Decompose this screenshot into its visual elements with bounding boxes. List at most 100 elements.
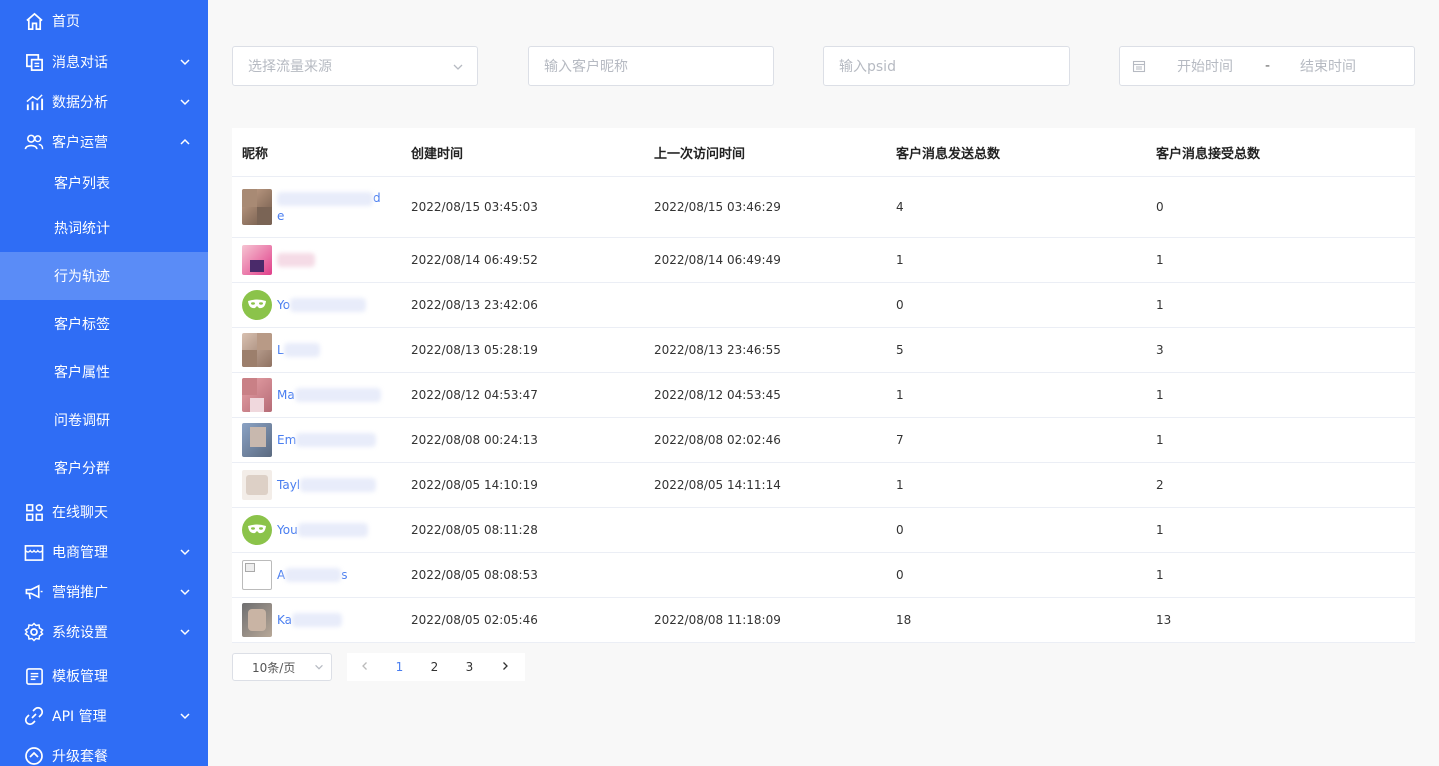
page-3[interactable]: 3 [452,660,487,674]
table-row[interactable]: 2022/08/14 06:49:52 2022/08/14 06:49:49 … [232,238,1415,283]
table-row[interactable]: d e 2022/08/15 03:45:03 2022/08/15 03:46… [232,177,1415,238]
start-time-input[interactable]: 开始时间 [1177,56,1233,76]
table-row[interactable]: Tayl 2022/08/05 14:10:19 2022/08/05 14:1… [232,463,1415,508]
nickname-link[interactable]: As [277,568,347,583]
menu-ecommerce[interactable]: 电商管理 [0,532,208,572]
menu-settings[interactable]: 系统设置 [0,612,208,652]
menu-api[interactable]: API 管理 [0,696,208,736]
table-row[interactable]: You 2022/08/05 08:11:28 0 1 [232,508,1415,553]
nickname-link[interactable]: Ka [277,613,343,628]
table-row[interactable]: Ma 2022/08/12 04:53:47 2022/08/12 04:53:… [232,373,1415,418]
chevron-down-icon [315,664,323,670]
input-placeholder: 输入客户昵称 [544,59,628,75]
chevron-down-icon [180,549,190,556]
received-count: 1 [1156,523,1164,537]
sub-survey[interactable]: 问卷调研 [0,396,208,444]
avatar [242,245,272,275]
table-row[interactable]: Ka 2022/08/05 02:05:46 2022/08/08 11:18:… [232,598,1415,643]
date-range-picker[interactable]: 开始时间 - 结束时间 [1119,46,1415,86]
menu-marketing[interactable]: 营销推广 [0,572,208,612]
page-2[interactable]: 2 [417,660,452,674]
chevron-down-icon [180,589,190,596]
received-count: 3 [1156,343,1164,357]
menu-home[interactable]: 首页 [0,0,208,42]
sent-count: 18 [896,613,912,627]
menu-messages[interactable]: 消息对话 [0,42,208,82]
sent-count: 1 [896,253,904,267]
chevron-down-icon [180,629,190,636]
avatar [242,423,272,457]
created-time: 2022/08/05 02:05:46 [411,613,538,627]
table-row[interactable]: Yo 2022/08/13 23:42:06 0 1 [232,283,1415,328]
chevron-right-icon [502,662,508,670]
customer-table: 昵称 创建时间 上一次访问时间 客户消息发送总数 客户消息接受总数 d e 20… [232,128,1415,643]
created-time: 2022/08/13 23:42:06 [411,298,538,312]
sub-behavior-track[interactable]: 行为轨迹 [0,252,208,300]
menu-templates[interactable]: 模板管理 [0,656,208,696]
menu-analytics[interactable]: 数据分析 [0,82,208,122]
psid-input[interactable]: 输入psid [823,46,1070,86]
main-content: 选择流量来源 输入客户昵称 输入psid 开始时间 - 结束时间 昵称 创建时间… [208,0,1439,766]
avatar [242,603,272,637]
chevron-down-icon [180,713,190,720]
menu-upgrade[interactable]: 升级套餐 [0,736,208,766]
received-count: 2 [1156,478,1164,492]
received-count: 13 [1156,613,1172,627]
menu-label: 数据分析 [52,95,108,111]
table-row[interactable]: Em 2022/08/08 00:24:13 2022/08/08 02:02:… [232,418,1415,463]
nickname-input[interactable]: 输入客户昵称 [528,46,774,86]
last-visit-time: 2022/08/14 06:49:49 [654,253,781,267]
sent-count: 0 [896,523,904,537]
nickname-link[interactable]: d [277,189,381,207]
broken-image-icon [242,560,272,590]
nickname-link[interactable]: Ma [277,388,381,403]
nickname-link[interactable]: Tayl [277,478,377,493]
last-visit-time: 2022/08/15 03:46:29 [654,200,781,214]
received-count: 0 [1156,200,1164,214]
sub-customer-tags[interactable]: 客户标签 [0,300,208,348]
received-count: 1 [1156,253,1164,267]
avatar [242,378,272,412]
created-time: 2022/08/05 08:08:53 [411,568,538,582]
received-count: 1 [1156,433,1164,447]
input-placeholder: 输入psid [839,59,896,75]
nickname-link-cont[interactable]: e [277,207,381,225]
prev-page-button[interactable] [347,660,382,674]
nickname-link[interactable]: You [277,523,368,538]
sub-customer-attrs[interactable]: 客户属性 [0,348,208,396]
home-icon [24,11,44,31]
nickname-link[interactable]: L [277,343,320,358]
last-visit-time: 2022/08/12 04:53:45 [654,388,781,402]
nickname-link[interactable]: Yo [277,298,367,313]
page-1[interactable]: 1 [382,660,417,674]
nickname-link[interactable] [277,253,315,268]
megaphone-icon [24,582,44,602]
received-count: 1 [1156,298,1164,312]
sub-customer-segments[interactable]: 客户分群 [0,444,208,492]
calendar-icon [1132,60,1146,73]
table-row[interactable]: L 2022/08/13 05:28:19 2022/08/13 23:46:5… [232,328,1415,373]
menu-customer-ops[interactable]: 客户运营 [0,122,208,162]
nickname-link[interactable]: Em [277,433,377,448]
received-count: 1 [1156,388,1164,402]
chevron-down-icon [180,59,190,66]
menu-label: 在线聊天 [52,505,108,521]
menu-live-chat[interactable]: 在线聊天 [0,492,208,532]
mask-avatar-icon [242,290,272,320]
chevron-up-icon [180,138,190,145]
sub-customer-list[interactable]: 客户列表 [0,162,208,204]
select-placeholder: 选择流量来源 [248,59,332,75]
page-size-select[interactable]: 10条/页 [232,653,332,681]
created-time: 2022/08/12 04:53:47 [411,388,538,402]
menu-label: 模板管理 [52,669,108,685]
created-time: 2022/08/15 03:45:03 [411,200,538,214]
table-row[interactable]: As 2022/08/05 08:08:53 0 1 [232,553,1415,598]
sub-hot-words[interactable]: 热词统计 [0,204,208,252]
next-page-button[interactable] [487,660,522,674]
menu-label: 消息对话 [52,55,108,71]
sent-count: 1 [896,388,904,402]
table-header: 昵称 创建时间 上一次访问时间 客户消息发送总数 客户消息接受总数 [232,128,1415,177]
end-time-input[interactable]: 结束时间 [1300,56,1356,76]
grid-icon [24,502,44,522]
traffic-source-select[interactable]: 选择流量来源 [232,46,478,86]
